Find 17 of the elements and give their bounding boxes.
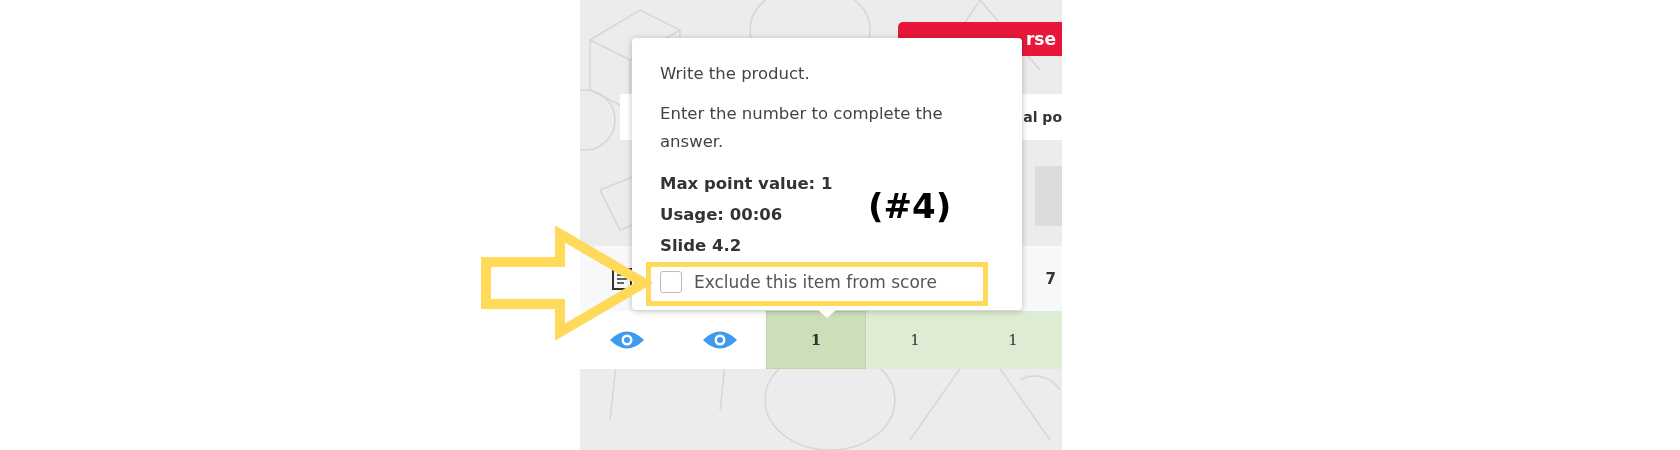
document-icon[interactable]: [612, 267, 632, 290]
popover-fact: Slide 4.2: [660, 235, 742, 257]
annotation-label: (#4): [868, 186, 952, 226]
popover-fact: Max point value: 1: [660, 173, 833, 195]
score-cell[interactable]: 1: [964, 311, 1062, 369]
eye-icon[interactable]: [701, 329, 738, 351]
popover-fact: Usage: 00:06: [660, 204, 783, 226]
column-number: 7: [1045, 269, 1056, 288]
checkbox-label[interactable]: Exclude this item from score: [694, 272, 937, 292]
toolbar-block: [1035, 166, 1062, 226]
popover-text: Enter the number to complete the answer.: [660, 103, 944, 153]
checkbox[interactable]: [660, 271, 682, 293]
score-cell[interactable]: 1: [766, 311, 866, 369]
score-cell[interactable]: 1: [866, 311, 964, 369]
popover-text: Write the product.: [660, 63, 811, 85]
eye-icon[interactable]: [608, 329, 645, 351]
header-bar-text: al po: [1023, 109, 1062, 125]
